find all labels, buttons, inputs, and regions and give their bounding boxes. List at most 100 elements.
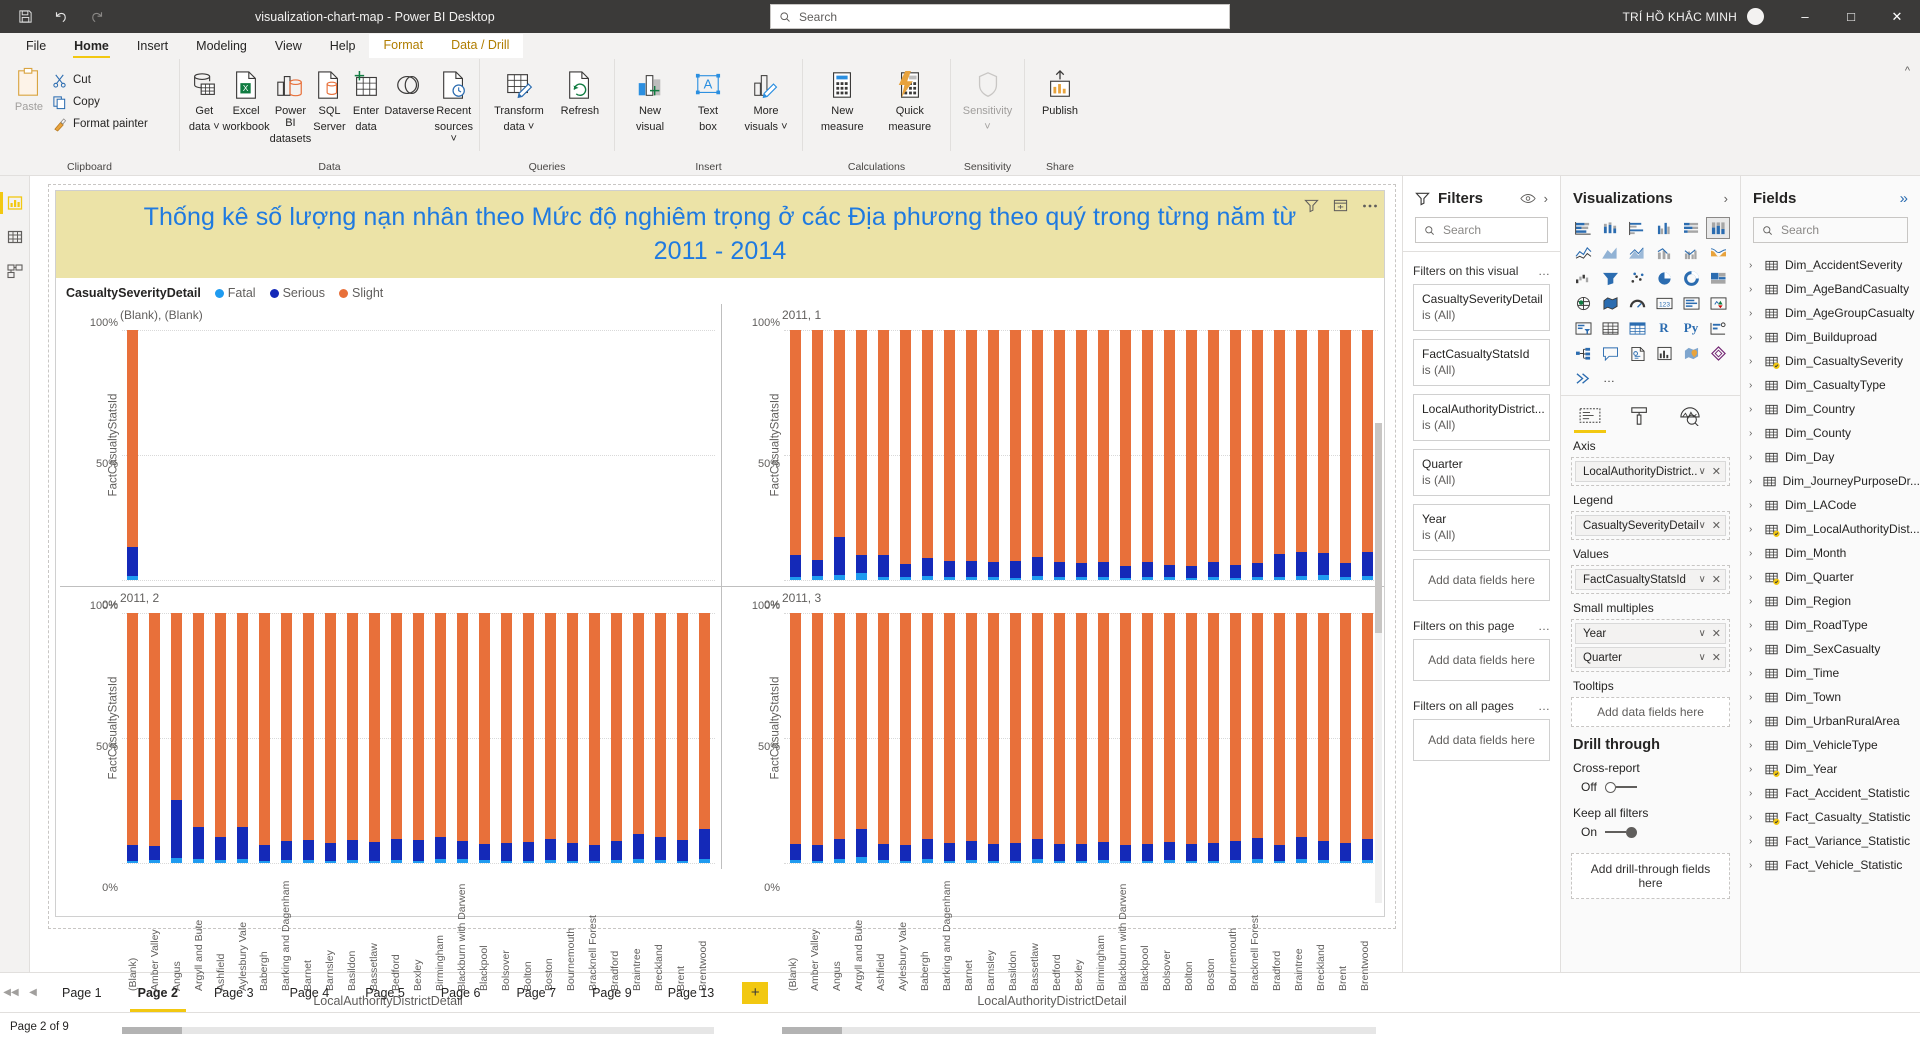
- bar-segment-fatal[interactable]: [833, 859, 845, 863]
- excel-workbook-button[interactable]: X Excel workbook: [223, 63, 270, 133]
- visual-type-clustered-bar-chart[interactable]: [1625, 217, 1649, 239]
- visual-type-kpi[interactable]: [1706, 292, 1730, 314]
- bar-slot[interactable]: [342, 612, 364, 863]
- bar-segment-serious[interactable]: [654, 837, 666, 860]
- bar-slot[interactable]: [495, 612, 517, 863]
- horizontal-scrollbar-left[interactable]: [122, 1027, 714, 1034]
- bar-segment-slight[interactable]: [522, 612, 534, 842]
- bar-segment-serious[interactable]: [698, 829, 710, 860]
- save-icon[interactable]: [16, 8, 34, 26]
- stacked-bar[interactable]: [899, 612, 911, 863]
- bar-segment-serious[interactable]: [127, 845, 139, 861]
- stacked-bar[interactable]: [1141, 330, 1153, 580]
- bar-segment-slight[interactable]: [789, 330, 801, 556]
- bar-slot[interactable]: [166, 612, 188, 863]
- bar-slot[interactable]: [693, 612, 715, 863]
- field-table-item[interactable]: › Dim_LocalAuthorityDist...: [1749, 517, 1920, 541]
- chevron-right-icon[interactable]: ›: [1749, 548, 1759, 559]
- bar-segment-slight[interactable]: [1141, 330, 1153, 563]
- stacked-bar[interactable]: [1207, 612, 1219, 863]
- chevron-right-icon[interactable]: ›: [1749, 284, 1759, 295]
- bar-segment-serious[interactable]: [965, 841, 977, 860]
- visual-type-smart-narrative[interactable]: [1625, 342, 1649, 364]
- filter-drop-zone[interactable]: Add data fields here: [1413, 559, 1550, 601]
- bar-slot[interactable]: [894, 612, 916, 863]
- bar-segment-fatal[interactable]: [987, 576, 999, 580]
- bar-segment-slight[interactable]: [965, 330, 977, 561]
- bar-segment-serious[interactable]: [811, 845, 823, 861]
- bar-segment-slight[interactable]: [259, 612, 271, 846]
- bar-segment-fatal[interactable]: [303, 860, 315, 863]
- transform-data-button[interactable]: Transform data ˅: [486, 63, 552, 133]
- filters-search-input[interactable]: Search: [1415, 217, 1548, 243]
- field-table-item[interactable]: › Dim_UrbanRuralArea: [1749, 709, 1920, 733]
- bar-segment-slight[interactable]: [1361, 330, 1373, 553]
- visual-type-stacked-area-chart[interactable]: [1625, 242, 1649, 264]
- bar-segment-serious[interactable]: [1207, 842, 1219, 861]
- stacked-bar[interactable]: [789, 612, 801, 863]
- bar-segment-fatal[interactable]: [413, 860, 425, 863]
- bar-slot[interactable]: [938, 330, 960, 580]
- chevron-right-icon[interactable]: ›: [1749, 500, 1759, 511]
- chevron-right-icon[interactable]: ›: [1749, 740, 1759, 751]
- bar-segment-fatal[interactable]: [347, 860, 359, 863]
- bar-segment-slight[interactable]: [1317, 330, 1329, 553]
- bar-segment-fatal[interactable]: [1009, 860, 1021, 863]
- collapse-ribbon-button[interactable]: ^: [1905, 65, 1910, 77]
- bar-slot[interactable]: [1114, 330, 1136, 580]
- stacked-bar[interactable]: [588, 612, 600, 863]
- stacked-bar[interactable]: [654, 612, 666, 863]
- bar-segment-serious[interactable]: [855, 829, 867, 857]
- visual-type-stacked-column-chart[interactable]: [1598, 217, 1622, 239]
- bar-slot[interactable]: [298, 330, 320, 580]
- bar-segment-serious[interactable]: [1229, 841, 1241, 860]
- visual-type-donut-chart[interactable]: [1679, 267, 1703, 289]
- bar-segment-serious[interactable]: [413, 840, 425, 861]
- bar-segment-fatal[interactable]: [877, 860, 889, 863]
- collapse-filters-icon[interactable]: ›: [1544, 191, 1548, 206]
- chevron-right-icon[interactable]: ›: [1749, 788, 1759, 799]
- filter-card[interactable]: FactCasualtyStatsId is (All): [1413, 339, 1550, 386]
- bar-segment-serious[interactable]: [676, 840, 688, 861]
- bar-segment-slight[interactable]: [1009, 330, 1021, 562]
- chevron-right-icon[interactable]: ›: [1749, 524, 1759, 535]
- field-table-item[interactable]: › Dim_Month: [1749, 541, 1920, 565]
- stacked-bar[interactable]: [215, 612, 227, 863]
- bar-segment-fatal[interactable]: [698, 859, 710, 863]
- bar-segment-serious[interactable]: [171, 800, 183, 858]
- vertical-scrollbar[interactable]: [1375, 423, 1382, 903]
- bar-slot[interactable]: [1290, 612, 1312, 863]
- bar-segment-serious[interactable]: [1251, 837, 1263, 860]
- field-table-item[interactable]: › Dim_County: [1749, 421, 1920, 445]
- bar-segment-fatal[interactable]: [1295, 575, 1307, 580]
- recent-sources-button[interactable]: Recent sources ˅: [434, 63, 473, 145]
- fields-search-input[interactable]: Search: [1753, 217, 1908, 243]
- chevron-right-icon[interactable]: ›: [1749, 428, 1759, 439]
- bar-segment-fatal[interactable]: [1229, 860, 1241, 863]
- bar-segment-slight[interactable]: [1119, 612, 1131, 846]
- stacked-bar[interactable]: [237, 612, 249, 863]
- visual-type-more-visuals[interactable]: …: [1598, 367, 1622, 389]
- bar-segment-fatal[interactable]: [1119, 577, 1131, 580]
- bar-slot[interactable]: [1334, 330, 1356, 580]
- bar-segment-serious[interactable]: [1251, 563, 1263, 578]
- bar-segment-fatal[interactable]: [1031, 859, 1043, 863]
- stacked-bar[interactable]: [127, 612, 139, 863]
- fields-tab[interactable]: [1574, 404, 1606, 433]
- page-tab-page-6[interactable]: Page 6: [423, 973, 499, 1012]
- small-multiple-panel[interactable]: (Blank), (Blank) FactCasualtyStatsId 0% 50%…: [60, 304, 722, 611]
- stacked-bar[interactable]: [1317, 330, 1329, 580]
- drill-through-drop-zone[interactable]: Add drill-through fields here: [1571, 853, 1730, 899]
- bar-segment-fatal[interactable]: [676, 860, 688, 863]
- bar-slot[interactable]: [408, 330, 430, 580]
- bar-segment-serious[interactable]: [193, 826, 205, 860]
- bar-segment-fatal[interactable]: [1273, 576, 1285, 580]
- bar-slot[interactable]: [1202, 330, 1224, 580]
- bar-segment-serious[interactable]: [325, 842, 337, 861]
- bar-segment-fatal[interactable]: [127, 860, 139, 863]
- filter-card[interactable]: Year is (All): [1413, 504, 1550, 551]
- enter-data-button[interactable]: Enter data: [348, 63, 385, 133]
- bar-segment-serious[interactable]: [522, 841, 534, 861]
- bar-segment-slight[interactable]: [1229, 612, 1241, 842]
- stacked-bar[interactable]: [1053, 612, 1065, 863]
